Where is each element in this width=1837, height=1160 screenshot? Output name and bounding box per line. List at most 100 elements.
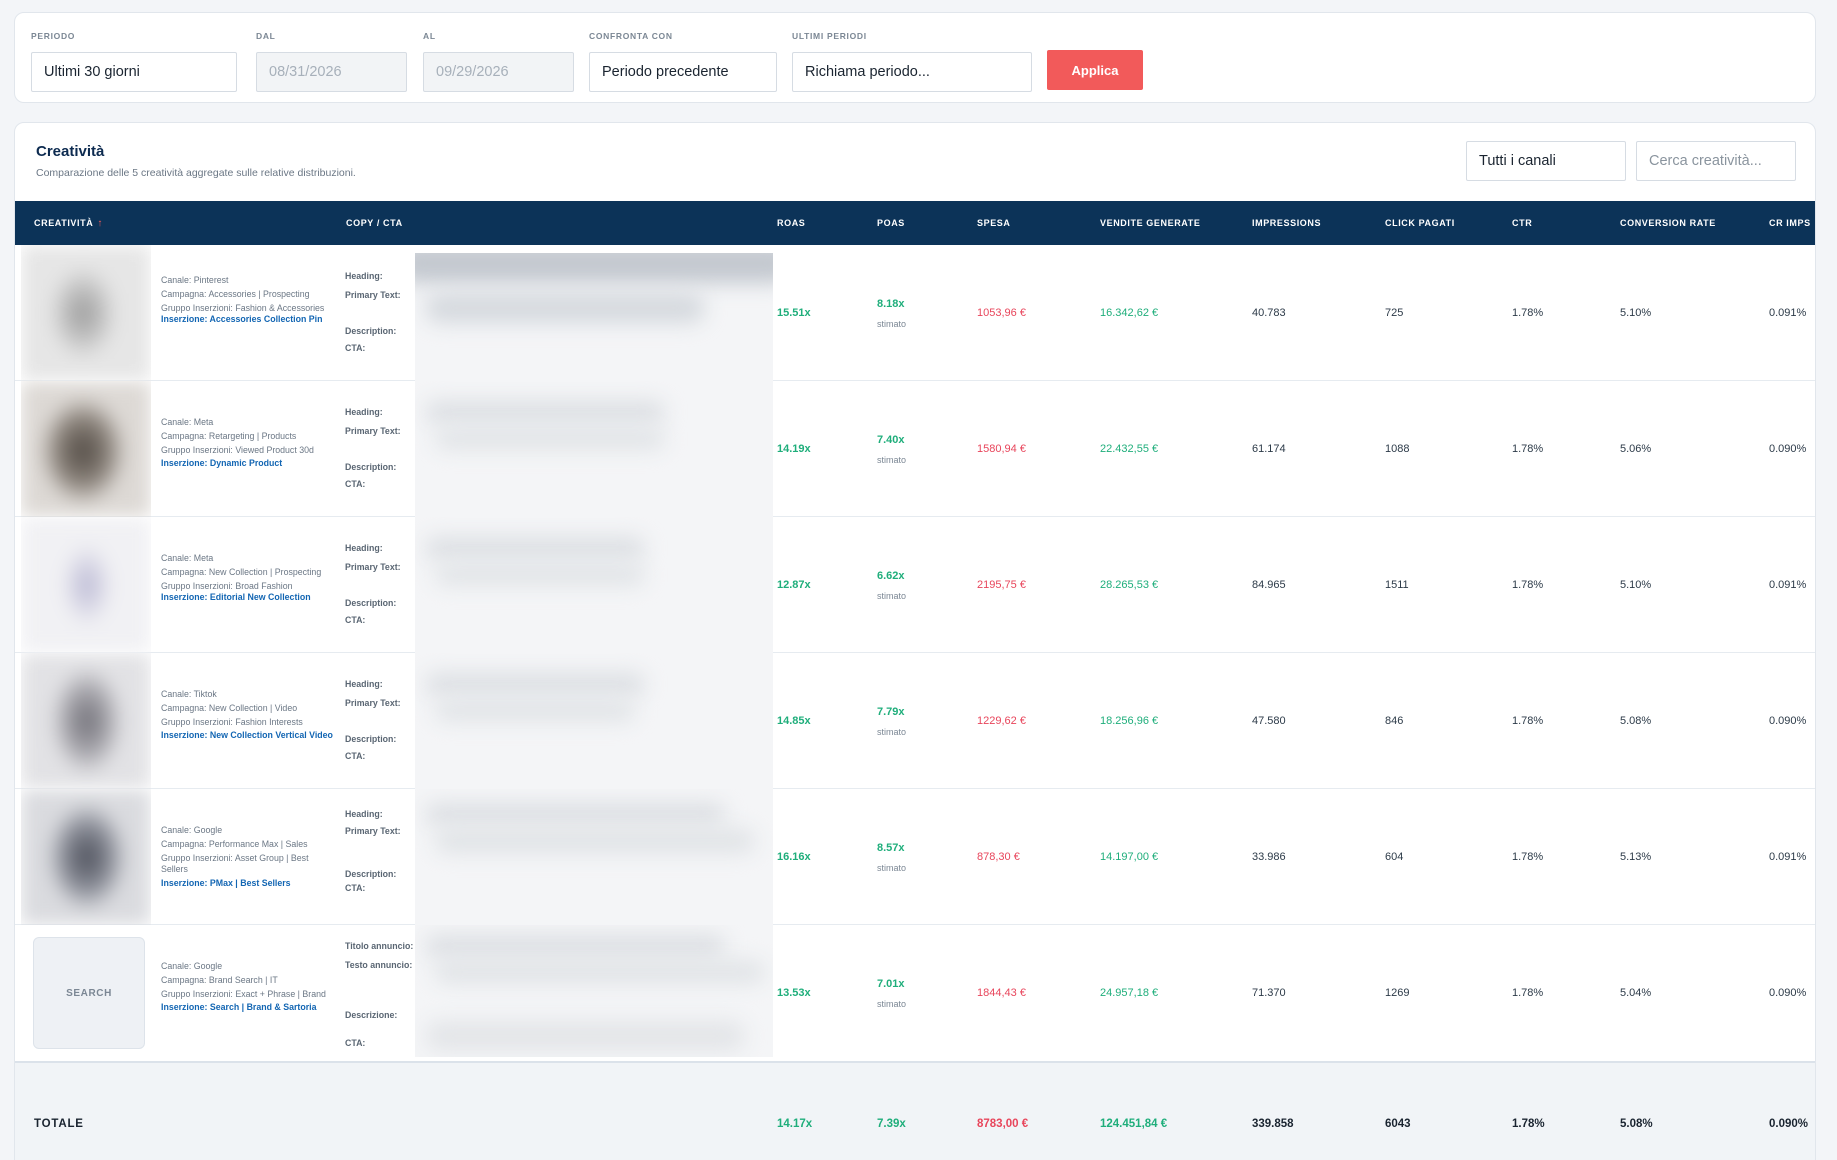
poas-cell: 8.57x stimato	[877, 789, 906, 925]
vendite-value: 16.342,62 €	[1100, 307, 1159, 319]
al-group: AL 09/29/2026	[423, 31, 574, 92]
table-row[interactable]: Canale: Tiktok Campagna: New Collection …	[15, 653, 1815, 789]
poas-note: stimato	[877, 726, 907, 737]
col-roas[interactable]: ROAS	[777, 201, 805, 245]
apply-button[interactable]: Applica	[1047, 50, 1143, 90]
canale-text: Canale: Google	[161, 825, 223, 835]
table-row[interactable]: Canale: Pinterest Campagna: Accessories …	[15, 245, 1815, 381]
dal-label: DAL	[256, 31, 276, 41]
roas-value: 15.51x	[777, 307, 811, 319]
col-click[interactable]: CLICK PAGATI	[1385, 201, 1455, 245]
impressions-value: 61.174	[1252, 443, 1286, 455]
copy-label-heading: Heading:	[345, 679, 383, 689]
click-value: 604	[1385, 851, 1404, 863]
col-creativita[interactable]: CREATIVITÀ ↑	[34, 201, 103, 245]
totals-spesa: 8783,00 €	[977, 1118, 1029, 1130]
gruppo-text: Gruppo Inserzioni: Fashion & Accessories	[161, 302, 325, 313]
totals-click: 6043	[1385, 1118, 1411, 1130]
campagna-text: Campagna: New Collection | Prospecting	[161, 567, 322, 578]
inserzione-link[interactable]: Inserzione: New Collection Vertical Vide…	[161, 730, 333, 741]
cr-imps-value: 0.091%	[1769, 851, 1807, 863]
click-value: 1269	[1385, 987, 1410, 999]
search-input[interactable]: Cerca creatività...	[1636, 141, 1796, 181]
poas-value: 7.79x	[877, 705, 905, 718]
click-value: 1511	[1385, 579, 1409, 591]
creative-thumbnail[interactable]	[21, 245, 151, 381]
ctr-value: 1.78%	[1512, 987, 1544, 999]
table-header: CREATIVITÀ ↑ COPY / CTA ROAS POAS SPESA …	[15, 201, 1815, 245]
copy-label-primary: Primary Text:	[345, 290, 401, 300]
totals-roas: 14.17x	[777, 1118, 813, 1130]
copy-preview-blurred	[415, 789, 773, 925]
creative-thumbnail[interactable]	[21, 517, 151, 653]
roas-value: 12.87x	[777, 579, 811, 591]
copy-label-cta: CTA:	[345, 751, 366, 761]
confronta-select[interactable]: Periodo precedente	[589, 52, 777, 92]
creative-thumbnail[interactable]	[21, 381, 151, 517]
creative-thumbnail[interactable]	[21, 789, 151, 925]
roas-value: 14.85x	[777, 715, 811, 727]
periodo-select[interactable]: Ultimi 30 giorni	[31, 52, 237, 92]
confronta-group: CONFRONTA CON Periodo precedente	[589, 31, 777, 92]
col-spesa[interactable]: SPESA	[977, 201, 1011, 245]
col-copy[interactable]: COPY / CTA	[346, 201, 403, 245]
creative-info: Canale: Tiktok Campagna: New Collection …	[161, 689, 333, 742]
gruppo-text: Gruppo Inserzioni: Broad Fashion	[161, 580, 293, 591]
creative-thumbnail[interactable]	[21, 653, 151, 789]
campagna-text: Campagna: New Collection | Video	[161, 703, 298, 714]
confronta-label: CONFRONTA CON	[589, 31, 673, 41]
conversion-rate-value: 5.13%	[1620, 851, 1652, 863]
copy-label-heading: Heading:	[345, 543, 383, 553]
click-value: 725	[1385, 307, 1404, 319]
col-conversion-rate[interactable]: CONVERSION RATE	[1620, 201, 1716, 245]
col-cr-imps[interactable]: CR IMPS	[1769, 201, 1811, 245]
search-ad-placeholder[interactable]: SEARCH	[33, 937, 145, 1049]
poas-note: stimato	[877, 998, 907, 1009]
dal-date-input[interactable]: 08/31/2026	[256, 52, 407, 92]
copy-label-cta: CTA:	[345, 1038, 366, 1048]
inserzione-link[interactable]: Inserzione: Accessories Collection Pin	[161, 314, 333, 325]
inserzione-link[interactable]: Inserzione: Search | Brand & Sartoria	[161, 1002, 333, 1013]
impressions-value: 40.783	[1252, 307, 1286, 319]
spesa-value: 1844,43 €	[977, 987, 1026, 999]
ctr-value: 1.78%	[1512, 307, 1544, 319]
table-row[interactable]: SEARCH Canale: Google Campagna: Brand Se…	[15, 925, 1815, 1061]
poas-cell: 7.40x stimato	[877, 381, 906, 517]
campagna-text: Campagna: Brand Search | IT	[161, 975, 278, 986]
vendite-value: 24.957,18 €	[1100, 987, 1159, 999]
impressions-value: 84.965	[1252, 579, 1286, 591]
vendite-value: 22.432,55 €	[1100, 443, 1159, 455]
table-row[interactable]: Canale: Meta Campagna: New Collection | …	[15, 517, 1815, 653]
creative-info: Canale: Meta Campagna: Retargeting | Pro…	[161, 417, 333, 470]
al-date-input[interactable]: 09/29/2026	[423, 52, 574, 92]
ultimi-select[interactable]: Richiama periodo...	[792, 52, 1032, 92]
ctr-value: 1.78%	[1512, 579, 1544, 591]
poas-note: stimato	[877, 454, 907, 465]
creative-info: Canale: Meta Campagna: New Collection | …	[161, 553, 333, 604]
col-vendite[interactable]: VENDITE GENERATE	[1100, 201, 1200, 245]
col-poas[interactable]: POAS	[877, 201, 905, 245]
channel-select[interactable]: Tutti i canali	[1466, 141, 1626, 181]
poas-note: stimato	[877, 318, 907, 329]
impressions-value: 47.580	[1252, 715, 1286, 727]
copy-label-primary: Primary Text:	[345, 426, 401, 436]
spesa-value: 1053,96 €	[977, 307, 1026, 319]
inserzione-link[interactable]: Inserzione: Dynamic Product	[161, 458, 333, 469]
col-ctr[interactable]: CTR	[1512, 201, 1532, 245]
totals-label: TOTALE	[34, 1118, 84, 1130]
ultimi-label: ULTIMI PERIODI	[792, 31, 867, 41]
copy-label-cta: CTA:	[345, 883, 366, 893]
col-impressions[interactable]: IMPRESSIONS	[1252, 201, 1321, 245]
copy-label-description: Description:	[345, 734, 397, 744]
vendite-value: 28.265,53 €	[1100, 579, 1159, 591]
filter-bar: PERIODO Ultimi 30 giorni DAL 08/31/2026 …	[14, 12, 1816, 103]
copy-label-heading: Heading:	[345, 809, 383, 819]
table-row[interactable]: Canale: Google Campagna: Performance Max…	[15, 789, 1815, 925]
inserzione-link[interactable]: Inserzione: PMax | Best Sellers	[161, 878, 333, 889]
conversion-rate-value: 5.08%	[1620, 715, 1652, 727]
poas-value: 7.01x	[877, 977, 905, 990]
ctr-value: 1.78%	[1512, 851, 1544, 863]
table-row[interactable]: Canale: Meta Campagna: Retargeting | Pro…	[15, 381, 1815, 517]
sort-arrow-up-icon[interactable]: ↑	[97, 218, 103, 229]
inserzione-link[interactable]: Inserzione: Editorial New Collection	[161, 592, 333, 603]
